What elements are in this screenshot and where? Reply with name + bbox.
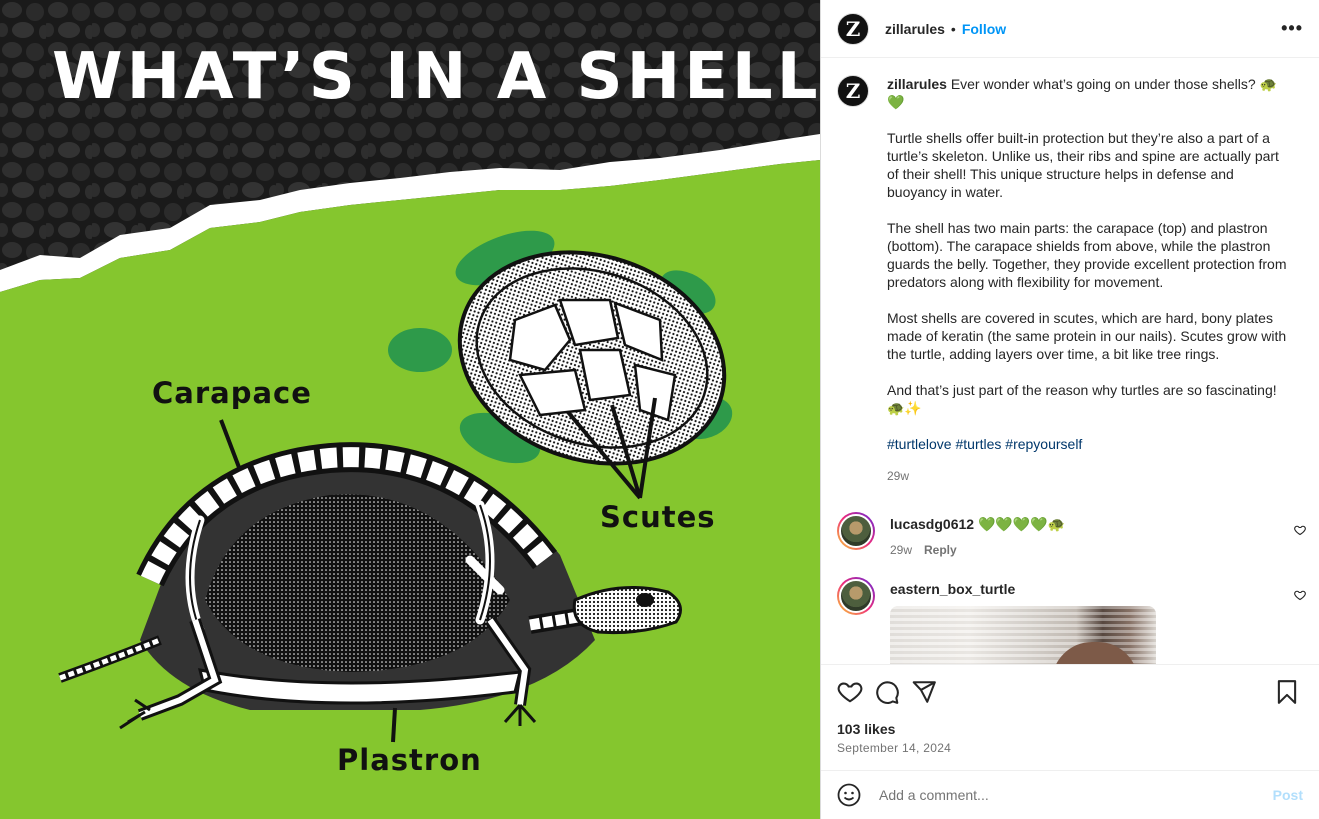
- reply-button[interactable]: Reply: [924, 543, 957, 557]
- separator-dot: •: [950, 20, 956, 37]
- comment-bubble-icon[interactable]: [874, 679, 900, 705]
- comment-item: eastern_box_turtle: [821, 577, 1319, 664]
- comment-gif-image[interactable]: [890, 606, 1156, 664]
- comment-username[interactable]: lucasdg0612: [890, 516, 974, 532]
- comment-timestamp[interactable]: 29w: [890, 543, 912, 557]
- comment-input[interactable]: [877, 786, 1251, 804]
- post-caption: Z zillarules Ever wonder what’s going on…: [821, 59, 1319, 485]
- commenter-avatar[interactable]: [837, 512, 875, 550]
- add-comment-bar: Post: [821, 770, 1319, 819]
- avatar[interactable]: Z: [837, 75, 869, 107]
- post-sidebar: Z zillarules • Follow ••• Z zillarules E…: [820, 0, 1319, 819]
- follow-button[interactable]: Follow: [962, 21, 1006, 37]
- caption-timestamp[interactable]: 29w: [887, 467, 1291, 485]
- share-send-icon[interactable]: [911, 679, 937, 705]
- turtle-shell-illustration: [0, 0, 820, 819]
- comment-text: 💚💚💚💚🐢: [977, 516, 1066, 532]
- comments-scroll-area[interactable]: Z zillarules Ever wonder what’s going on…: [821, 59, 1319, 664]
- caption-paragraph: The shell has two main parts: the carapa…: [887, 220, 1287, 290]
- comment-like-heart-icon[interactable]: [1294, 589, 1306, 601]
- post-actions: 103 likes September 14, 2024: [821, 664, 1319, 755]
- caption-paragraph: Most shells are covered in scutes, which…: [887, 310, 1287, 362]
- image-headline: WHAT’S IN A SHELL?: [52, 40, 820, 114]
- label-scutes: Scutes: [600, 500, 716, 534]
- post-dialog: WHAT’S IN A SHELL? Carapace Scutes Plast…: [0, 0, 1319, 819]
- commenter-avatar[interactable]: [837, 577, 875, 615]
- caption-hashtags[interactable]: #turtlelove #turtles #repyourself: [887, 435, 1291, 453]
- comment-like-heart-icon[interactable]: [1294, 524, 1306, 536]
- more-horizontal-icon[interactable]: •••: [1281, 18, 1303, 39]
- caption-username[interactable]: zillarules: [887, 76, 947, 92]
- like-heart-icon[interactable]: [837, 679, 863, 705]
- caption-paragraph: And that’s just part of the reason why t…: [887, 382, 1277, 416]
- caption-paragraph: Turtle shells offer built-in protection …: [887, 130, 1279, 200]
- comment-username[interactable]: eastern_box_turtle: [890, 581, 1015, 597]
- post-date[interactable]: September 14, 2024: [821, 741, 1319, 755]
- emoji-smile-icon[interactable]: [837, 783, 861, 807]
- post-comment-button[interactable]: Post: [1273, 787, 1303, 803]
- bookmark-icon[interactable]: [1274, 679, 1300, 705]
- post-header: Z zillarules • Follow •••: [821, 0, 1319, 58]
- avatar[interactable]: Z: [837, 12, 869, 45]
- post-image[interactable]: WHAT’S IN A SHELL? Carapace Scutes Plast…: [0, 0, 820, 819]
- label-plastron: Plastron: [337, 743, 482, 777]
- header-username[interactable]: zillarules: [885, 21, 945, 37]
- comment-item: lucasdg0612 💚💚💚💚🐢 29w Reply: [821, 512, 1319, 559]
- likes-count[interactable]: 103 likes: [821, 721, 1319, 737]
- label-carapace: Carapace: [152, 376, 312, 410]
